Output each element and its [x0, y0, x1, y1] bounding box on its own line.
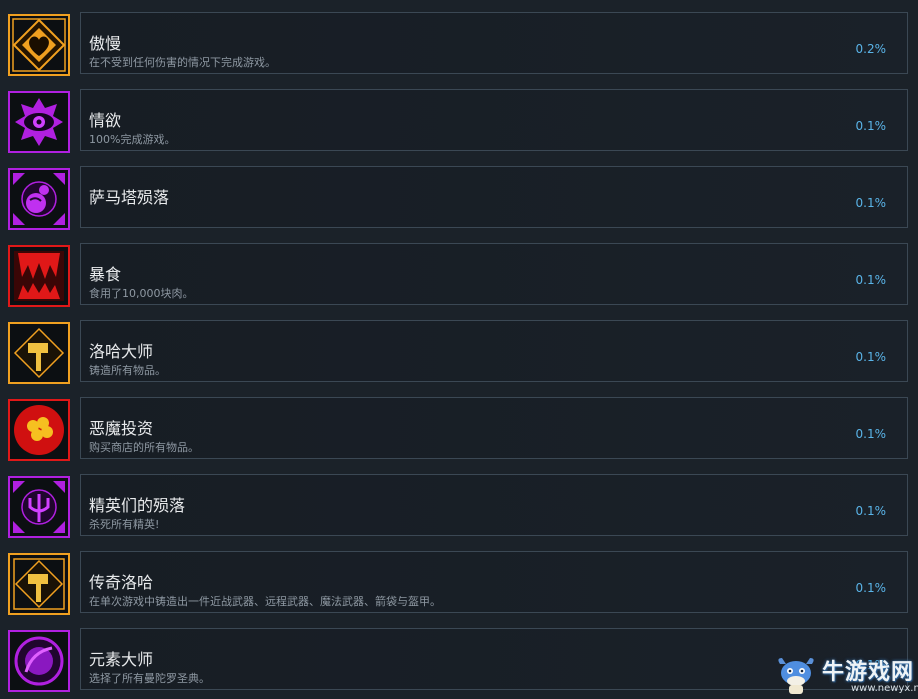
heart-icon: [8, 14, 70, 76]
cow-logo-icon: [778, 658, 814, 694]
achievement-card: 傲慢 在不受到任何伤害的情况下完成游戏。 0.2%: [80, 12, 908, 74]
watermark-url: www.newyx.net: [851, 683, 918, 694]
achievement-percent: 0.1%: [855, 427, 887, 441]
trident-icon: [8, 476, 70, 538]
achievement-percent: 0.1%: [855, 196, 887, 210]
achievement-card: 萨马塔殒落 0.1%: [80, 166, 908, 228]
achievement-title: 傲慢: [89, 34, 122, 53]
achievement-card: 传奇洛哈 在单次游戏中铸造出一件近战武器、远程武器、魔法武器、箭袋与盔甲。 0.…: [80, 551, 908, 613]
achievement-card: 精英们的殒落 杀死所有精英! 0.1%: [80, 474, 908, 536]
achievement-description: 选择了所有曼陀罗圣典。: [89, 672, 210, 685]
site-watermark: 牛游戏网 www.newyx.net: [774, 654, 918, 699]
watermark-name: 牛游戏网: [822, 660, 915, 685]
achievement-card: 暴食 食用了10,000块肉。 0.1%: [80, 243, 908, 305]
achievement-row[interactable]: 恶魔投资 购买商店的所有物品。 0.1%: [0, 397, 918, 463]
achievement-description: 购买商店的所有物品。: [89, 441, 199, 454]
achievement-description: 在不受到任何伤害的情况下完成游戏。: [89, 56, 276, 69]
achievement-title: 洛哈大师: [89, 342, 154, 361]
creature-icon: [8, 168, 70, 230]
achievement-percent: 0.1%: [855, 273, 887, 287]
achievement-row[interactable]: 传奇洛哈 在单次游戏中铸造出一件近战武器、远程武器、魔法武器、箭袋与盔甲。 0.…: [0, 551, 918, 617]
achievement-title: 暴食: [89, 265, 122, 284]
hammer-icon: [8, 553, 70, 615]
achievement-percent: 0.1%: [855, 350, 887, 364]
achievement-title: 元素大师: [89, 650, 154, 669]
achievement-description: 在单次游戏中铸造出一件近战武器、远程武器、魔法武器、箭袋与盔甲。: [89, 595, 441, 608]
achievement-row[interactable]: 傲慢 在不受到任何伤害的情况下完成游戏。 0.2%: [0, 12, 918, 78]
achievement-title: 传奇洛哈: [89, 573, 154, 592]
achievement-row[interactable]: 萨马塔殒落 0.1%: [0, 166, 918, 232]
achievement-description: 铸造所有物品。: [89, 364, 166, 377]
achievement-description: 杀死所有精英!: [89, 518, 160, 531]
achievement-percent: 0.1%: [855, 581, 887, 595]
achievement-row[interactable]: 情欲 100%完成游戏。 0.1%: [0, 89, 918, 155]
achievement-percent: 0.1%: [855, 504, 887, 518]
achievement-row[interactable]: 精英们的殒落 杀死所有精英! 0.1%: [0, 474, 918, 540]
achievement-title: 萨马塔殒落: [89, 188, 170, 207]
achievement-title: 恶魔投资: [89, 419, 154, 438]
achievement-row[interactable]: 洛哈大师 铸造所有物品。 0.1%: [0, 320, 918, 386]
achievement-description: 100%完成游戏。: [89, 133, 176, 146]
achievement-percent: 0.2%: [855, 42, 887, 56]
achievement-card: 洛哈大师 铸造所有物品。 0.1%: [80, 320, 908, 382]
fangs-icon: [8, 245, 70, 307]
achievement-card: 恶魔投资 购买商店的所有物品。 0.1%: [80, 397, 908, 459]
eye-icon: [8, 91, 70, 153]
achievement-description: 食用了10,000块肉。: [89, 287, 194, 300]
achievement-title: 精英们的殒落: [89, 496, 186, 515]
achievement-card: 情欲 100%完成游戏。 0.1%: [80, 89, 908, 151]
achievement-row[interactable]: 暴食 食用了10,000块肉。 0.1%: [0, 243, 918, 309]
achievement-percent: 0.1%: [855, 119, 887, 133]
achievement-title: 情欲: [89, 111, 122, 130]
gold-icon: [8, 399, 70, 461]
hammer-icon: [8, 322, 70, 384]
orb-icon: [8, 630, 70, 692]
